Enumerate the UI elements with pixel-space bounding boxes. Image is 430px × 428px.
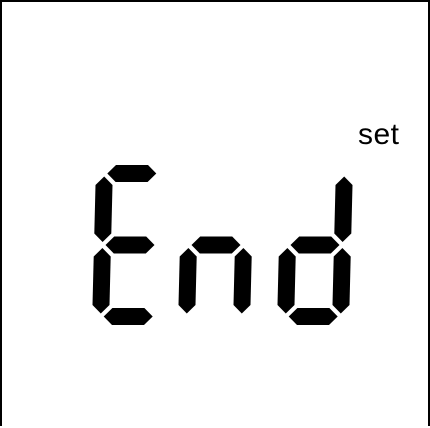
segment-middle [105, 236, 155, 254]
segment-middle [290, 236, 340, 254]
segment-bottom [288, 308, 338, 325]
segment-bottom [103, 308, 153, 325]
segment-lower-left [178, 248, 197, 314]
seven-segment-display [92, 165, 353, 325]
segment-top [107, 165, 157, 182]
segment-lower-left [277, 248, 296, 314]
segment-lower-right [233, 248, 252, 314]
digit-1 [92, 165, 157, 325]
lcd-screen: set End [0, 0, 430, 426]
segment-lower-right [332, 248, 351, 314]
segment-upper-left [94, 176, 113, 242]
digit-2 [178, 236, 252, 314]
segment-middle [191, 236, 241, 254]
segment-lower-left [92, 248, 111, 314]
segment-upper-right [334, 176, 353, 242]
digit-3 [277, 176, 353, 325]
